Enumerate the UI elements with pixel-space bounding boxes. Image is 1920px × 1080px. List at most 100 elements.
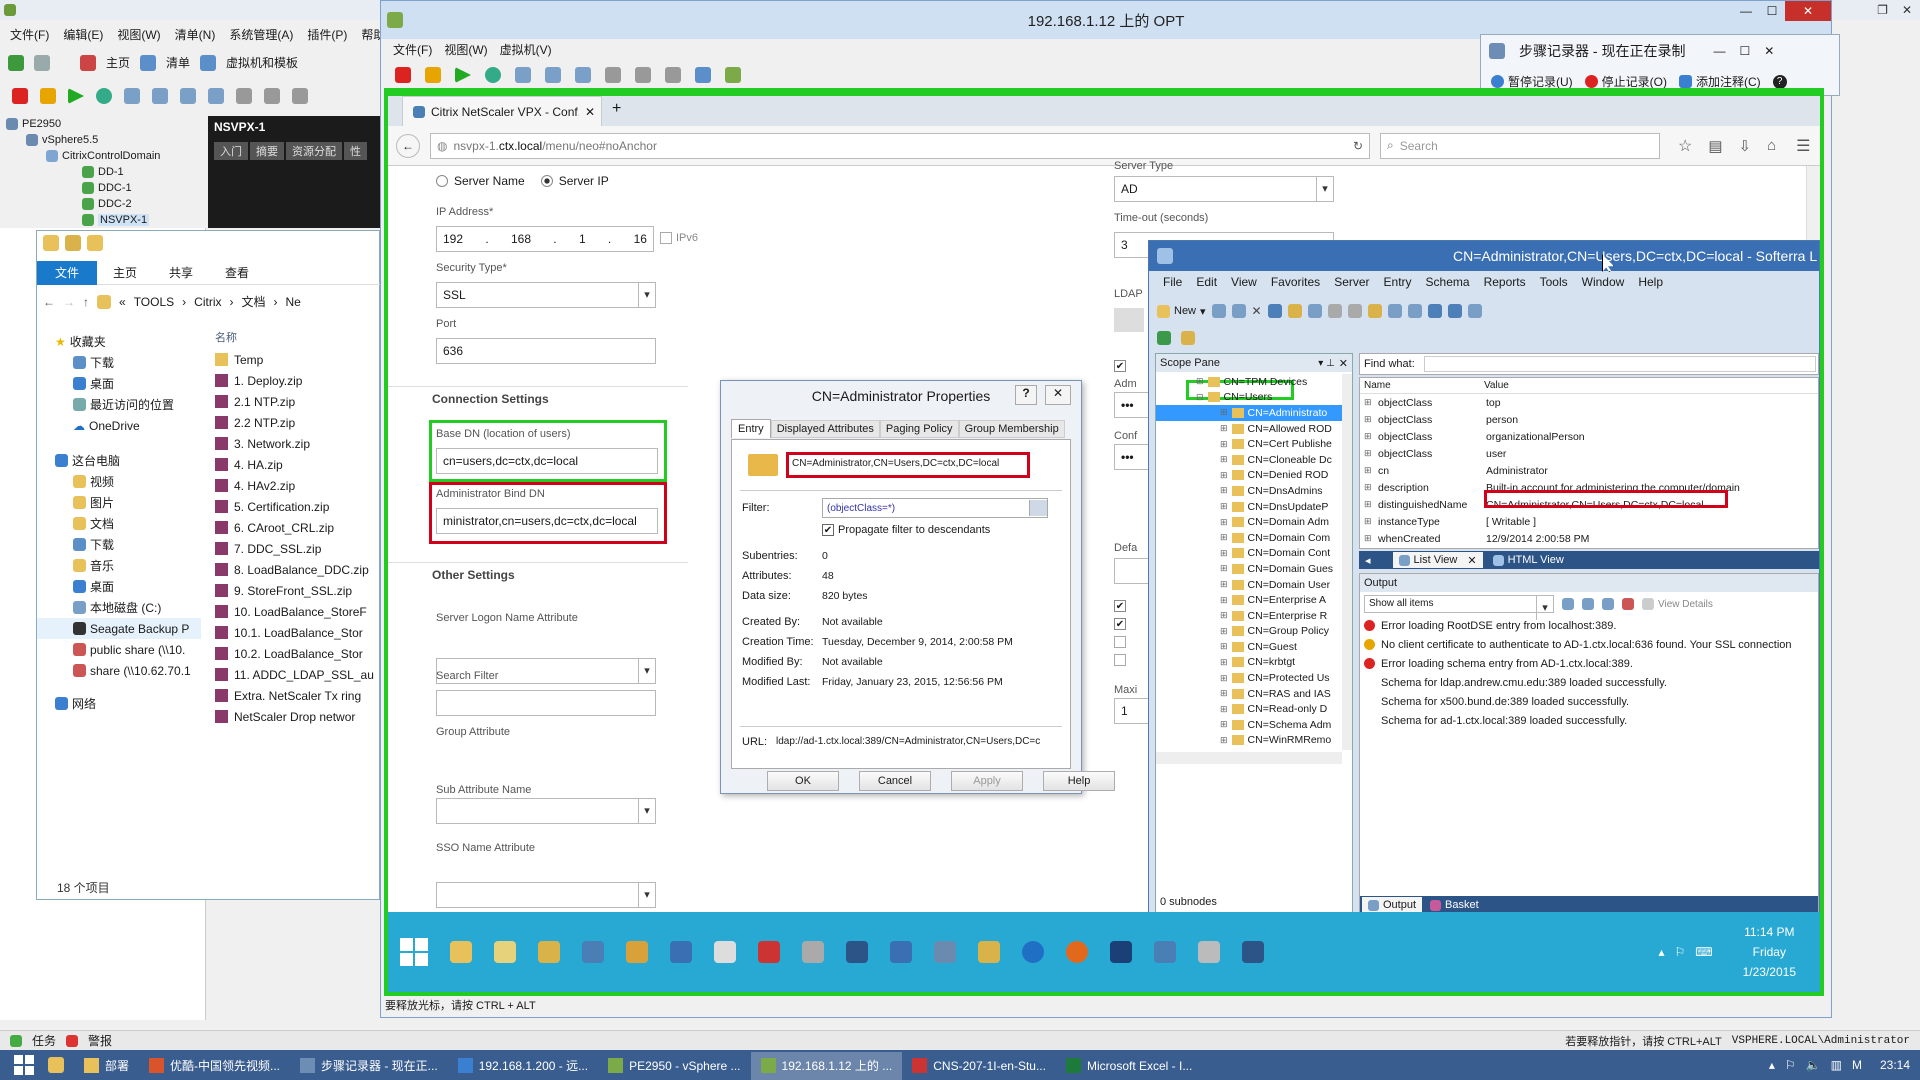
file-row[interactable]: 4. HAv2.zip xyxy=(209,475,381,496)
host-taskbar-item[interactable]: 192.168.1.200 - 远... xyxy=(448,1052,598,1080)
host-taskbar-item[interactable]: 步骤记录器 - 现在正... xyxy=(290,1052,448,1080)
expand-icon[interactable]: ⊞ xyxy=(1220,501,1228,512)
server-type-select[interactable]: AD xyxy=(1114,176,1334,202)
taskbar-notepad-icon[interactable] xyxy=(494,941,516,963)
file-row[interactable]: 5. Certification.zip xyxy=(209,496,381,517)
nav-this-pc[interactable]: 这台电脑 xyxy=(37,450,201,471)
softerra-menu-favorites[interactable]: Favorites xyxy=(1265,275,1326,289)
scope-scrollbar[interactable] xyxy=(1342,374,1352,750)
nav-network[interactable]: 网络 xyxy=(37,693,201,714)
cancel-button[interactable]: Cancel xyxy=(859,771,931,791)
tab-output[interactable]: Output xyxy=(1362,897,1423,913)
softerra-menu-file[interactable]: File xyxy=(1157,275,1188,289)
vm-clock[interactable]: 11:14 PM Friday 1/23/2015 xyxy=(1743,922,1796,982)
port-field[interactable]: 636 xyxy=(436,338,656,364)
output-tool-icon[interactable] xyxy=(1562,598,1574,610)
reset-icon[interactable] xyxy=(485,67,501,83)
vsphere-close-icon[interactable]: ✕ xyxy=(1902,3,1912,17)
tab-displayed-attributes[interactable]: Displayed Attributes xyxy=(770,419,880,438)
back-icon[interactable] xyxy=(8,54,24,71)
scope-tree-item[interactable]: ⊞ CN=Denied ROD xyxy=(1156,468,1342,484)
file-row[interactable]: 3. Network.zip xyxy=(209,433,381,454)
scope-tree-item[interactable]: ⊞ CN=Domain User xyxy=(1156,577,1342,593)
softerra-menu-tools[interactable]: Tools xyxy=(1534,275,1574,289)
toolbar-icon[interactable] xyxy=(1387,304,1402,318)
expand-icon[interactable]: ⊞ xyxy=(1360,465,1374,476)
usb-icon[interactable] xyxy=(695,67,711,83)
checkbox-checked-icon[interactable]: ✔ xyxy=(1114,618,1126,630)
host-taskbar-item[interactable]: PE2950 - vSphere ... xyxy=(598,1052,750,1080)
taskbar-cert-icon[interactable] xyxy=(978,941,1000,963)
reset-icon[interactable] xyxy=(96,88,112,104)
scope-tree-item[interactable]: ⊞ CN=DnsUpdateP xyxy=(1156,499,1342,515)
expand-icon[interactable]: ⊞ xyxy=(1196,376,1204,387)
close-icon[interactable]: ✕ xyxy=(1785,1,1831,21)
scope-tree-item[interactable]: ⊞ CN=Enterprise A xyxy=(1156,592,1342,608)
host-taskbar-item[interactable]: 192.168.1.12 上的 ... xyxy=(750,1051,903,1080)
attribute-row[interactable]: ⊞ instanceType [ Writable ] xyxy=(1360,513,1818,530)
file-row[interactable]: 1. Deploy.zip xyxy=(209,370,381,391)
radio-server-ip[interactable]: Server IP xyxy=(540,174,609,188)
toolbar-icon[interactable] xyxy=(1407,304,1422,318)
expand-icon[interactable]: ⊞ xyxy=(1220,688,1228,699)
taskbar-app-icon[interactable] xyxy=(538,941,560,963)
file-row[interactable]: 2.1 NTP.zip xyxy=(209,391,381,412)
new-tab-icon[interactable]: + xyxy=(612,100,621,118)
expand-icon[interactable]: ⊞ xyxy=(1220,673,1228,684)
file-row[interactable]: Temp xyxy=(209,349,381,370)
softerra-menu-server[interactable]: Server xyxy=(1328,275,1375,289)
expand-icon[interactable]: ⊞ xyxy=(1360,414,1374,425)
file-row[interactable]: 2.2 NTP.zip xyxy=(209,412,381,433)
search-bar[interactable]: ⌕ Search xyxy=(1380,132,1660,159)
tab-basket[interactable]: Basket xyxy=(1430,899,1479,911)
tree-vsphere[interactable]: vSphere5.5 xyxy=(6,132,202,148)
taskbar-document-icon[interactable] xyxy=(714,941,736,963)
reload-icon[interactable]: ↻ xyxy=(1353,139,1369,153)
ldap-frag-button[interactable] xyxy=(1114,308,1144,332)
help-icon[interactable] xyxy=(1447,304,1462,318)
floppy-icon[interactable] xyxy=(635,67,651,83)
nav-inventory[interactable]: 清单 xyxy=(166,54,190,71)
network-adapter-icon[interactable] xyxy=(665,67,681,83)
scope-tree-item[interactable]: ⊞ CN=krbtgt xyxy=(1156,655,1342,671)
host-taskbar-item[interactable]: 部署 xyxy=(74,1052,139,1080)
expand-icon[interactable]: ⊞ xyxy=(1220,517,1228,528)
breadcrumb-docs[interactable]: 文档 xyxy=(241,293,265,310)
snapshot-icon[interactable] xyxy=(515,67,531,83)
nav-downloads[interactable]: 下载 xyxy=(37,352,201,373)
opt-menu-vm[interactable]: 虚拟机(V) xyxy=(494,41,558,58)
download-icon[interactable]: ⇩ xyxy=(1739,137,1752,155)
tree-vm[interactable]: DDC-1 xyxy=(6,180,202,196)
snapshot-icon[interactable] xyxy=(124,88,140,104)
new-folder-icon[interactable] xyxy=(87,235,103,251)
breadcrumb-citrix[interactable]: Citrix xyxy=(194,295,221,309)
taskbar-remote-icon[interactable] xyxy=(1242,941,1264,963)
expand-icon[interactable]: ⊞ xyxy=(1220,704,1228,715)
scope-tree-item[interactable]: ⊞ CN=WinRMRemo xyxy=(1156,733,1342,749)
softerra-menu-entry[interactable]: Entry xyxy=(1378,275,1418,289)
ribbon-tab-file[interactable]: 文件 xyxy=(37,260,98,285)
nav-public-share[interactable]: public share (\\10. xyxy=(37,639,201,660)
file-row[interactable]: 11. ADDC_LDAP_SSL_au xyxy=(209,664,381,685)
expand-icon[interactable]: ⊞ xyxy=(1220,626,1228,637)
menu-icon[interactable]: ☰ xyxy=(1796,136,1810,156)
maximize-icon[interactable]: ☐ xyxy=(1759,4,1785,18)
play-icon[interactable] xyxy=(455,67,471,83)
play-icon[interactable] xyxy=(68,88,84,104)
pause-icon[interactable] xyxy=(40,88,56,104)
checkbox-checked-icon[interactable]: ✔ xyxy=(1114,600,1126,612)
nav-documents[interactable]: 文档 xyxy=(37,513,201,534)
scope-hscrollbar[interactable] xyxy=(1156,752,1342,764)
minimize-icon[interactable]: — xyxy=(1713,44,1725,58)
breadcrumb-ne[interactable]: Ne xyxy=(286,295,301,309)
file-row[interactable]: 7. DDC_SSL.zip xyxy=(209,538,381,559)
expand-icon[interactable]: ⊞ xyxy=(1360,533,1374,544)
expand-icon[interactable]: ⊟ xyxy=(1196,392,1204,403)
softerra-menu-view[interactable]: View xyxy=(1225,275,1263,289)
scope-tree-item[interactable]: ⊞ CN=Cloneable Dc xyxy=(1156,452,1342,468)
vsphere-menu-inventory[interactable]: 清单(N) xyxy=(169,26,222,43)
tray-flag-icon[interactable]: ⚐ xyxy=(1675,945,1686,959)
vm-tab-resources[interactable]: 资源分配 xyxy=(286,142,342,160)
column-header-name[interactable]: 名称 xyxy=(209,329,381,349)
opt-menu-view[interactable]: 视图(W) xyxy=(438,41,493,58)
